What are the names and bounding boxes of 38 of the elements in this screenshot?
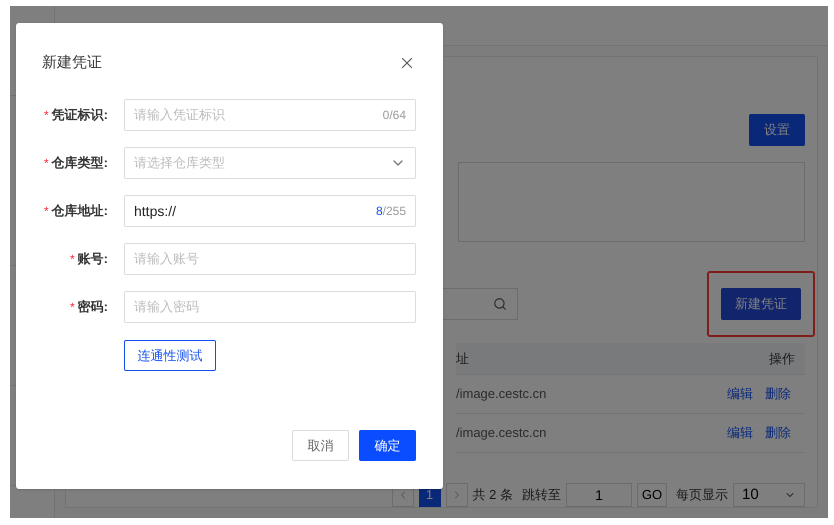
dialog-title: 新建凭证 [42,52,102,73]
input-field[interactable]: https:// 8/255 [124,195,416,227]
table-cell-text: /image.cestc.cn [456,385,546,404]
required-mark: * [44,203,49,220]
go-button[interactable]: GO [637,483,667,507]
column-header: 址 [456,350,469,368]
character-counter: 8/255 [376,203,406,220]
field-label: 仓库地址: [52,202,108,220]
search-icon [493,297,507,311]
field-label: 仓库类型: [52,154,108,172]
confirm-button[interactable]: 确定 [359,430,416,461]
required-mark: * [70,299,75,316]
connectivity-test-button[interactable]: 连通性测试 [124,340,216,371]
page-size-select[interactable]: 10 [733,483,805,507]
settings-button[interactable]: 设置 [749,114,805,146]
jump-field[interactable]: 1 [566,483,632,507]
input-field[interactable]: 请输入凭证标识 0/64 [124,99,416,131]
input-field[interactable]: 请输入密码 [124,291,416,323]
cancel-button[interactable]: 取消 [292,430,349,461]
action-link[interactable]: 删除 [765,384,791,404]
select-field[interactable]: 请选择仓库类型 [124,147,416,179]
field-label: 密码: [78,298,108,316]
required-mark: * [44,155,49,172]
field-label: 凭证标识: [52,106,108,124]
table-cell-text: /image.cestc.cn [456,424,546,442]
page-size-label: 每页显示 [676,486,728,504]
new-credential-button[interactable]: 新建凭证 [721,288,801,320]
character-counter: 0/64 [382,107,406,124]
action-link[interactable]: 编辑 [727,423,753,443]
action-link[interactable]: 删除 [765,423,791,443]
total-count: 共 2 条 [472,486,513,504]
input-field[interactable]: 请输入账号 [124,243,416,275]
jump-label: 跳转至 [522,486,561,504]
required-mark: * [70,251,75,268]
field-label: 账号: [78,250,108,268]
required-mark: * [44,107,49,124]
action-link[interactable]: 编辑 [727,384,753,404]
column-header: 操作 [769,350,795,368]
